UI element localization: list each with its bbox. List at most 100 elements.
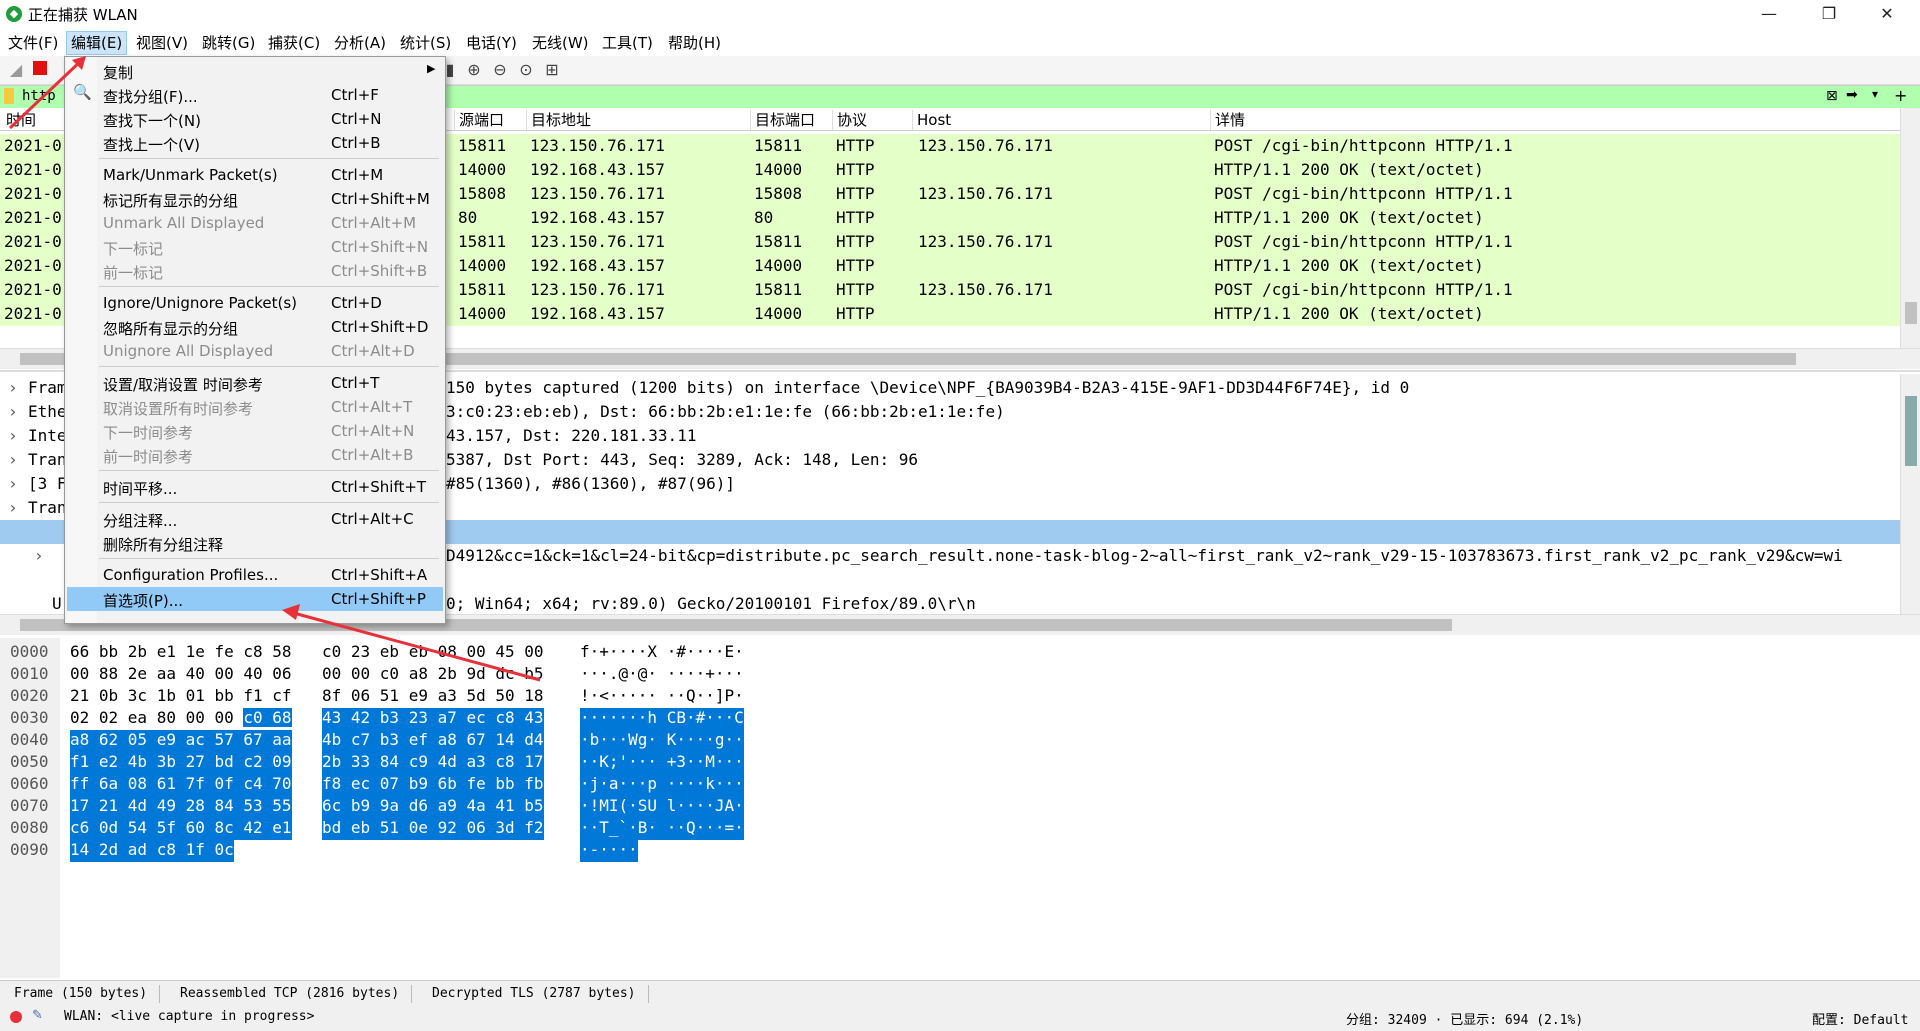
- scroll-thumb[interactable]: [1905, 396, 1917, 466]
- profile-text[interactable]: 配置: Default: [1812, 1009, 1908, 1028]
- hex-group-1[interactable]: a8 62 05 e9 ac 57 67 aa: [70, 730, 292, 752]
- menu-analyze[interactable]: 分析(A): [330, 32, 390, 54]
- bytes-tab-decrypted[interactable]: Decrypted TLS (2787 bytes): [420, 985, 649, 1003]
- hex-group-1[interactable]: 21 0b 3c 1b 01 bb f1 cf: [70, 686, 292, 708]
- menu-item[interactable]: 分组注释... Ctrl+Alt+C: [67, 507, 443, 531]
- menu-capture[interactable]: 捕获(C): [264, 32, 324, 54]
- menu-item[interactable]: 时间平移... Ctrl+Shift+T: [67, 475, 443, 499]
- details-vscrollbar[interactable]: [1900, 374, 1920, 614]
- hex-group-1[interactable]: c6 0d 54 5f 60 8c 42 e1: [70, 818, 292, 840]
- hex-group-2[interactable]: 43 42 b3 23 a7 ec c8 43: [322, 708, 544, 730]
- zoom-in-icon[interactable]: ⊕: [464, 60, 484, 80]
- menu-item[interactable]: 查找下一个(N) Ctrl+N: [67, 107, 443, 131]
- column-src-port[interactable]: 源端口: [454, 110, 504, 130]
- menu-item[interactable]: 首选项(P)... Ctrl+Shift+P: [67, 587, 443, 611]
- hex-group-1[interactable]: f1 e2 4b 3b 27 bd c2 09: [70, 752, 292, 774]
- expand-arrow-icon[interactable]: ›: [34, 546, 44, 565]
- menu-view[interactable]: 视图(V): [132, 32, 192, 54]
- menu-statistics[interactable]: 统计(S): [396, 32, 455, 54]
- ascii-column[interactable]: ···.@·@· ····+···: [580, 664, 744, 686]
- menu-edit[interactable]: 编辑(E): [66, 31, 128, 55]
- menu-item[interactable]: 查找上一个(V) Ctrl+B: [67, 131, 443, 155]
- ascii-column[interactable]: ·!MI(·SU l····JA·: [580, 796, 744, 818]
- menu-wireless[interactable]: 无线(W): [528, 32, 593, 54]
- expand-arrow-icon[interactable]: ›: [8, 498, 18, 517]
- cell-dst-addr: 123.150.76.171: [530, 280, 665, 299]
- menu-item[interactable]: Mark/Unmark Packet(s) Ctrl+M: [67, 163, 443, 187]
- menu-item[interactable]: 删除所有分组注释: [67, 531, 443, 555]
- ascii-column[interactable]: ··K;'··· +3··M···: [580, 752, 744, 774]
- bookmark-icon[interactable]: [4, 88, 14, 104]
- packet-list-vscrollbar[interactable]: [1900, 108, 1920, 348]
- expand-arrow-icon[interactable]: ›: [8, 474, 18, 493]
- hex-group-2[interactable]: 6c b9 9a d6 a9 4a 41 b5: [322, 796, 544, 818]
- ascii-column[interactable]: ··T_`·B· ··Q···=·: [580, 818, 744, 840]
- hex-group-2[interactable]: c0 23 eb eb 08 00 45 00: [322, 642, 544, 664]
- clear-filter-icon[interactable]: ⊠: [1826, 88, 1838, 104]
- cell-dst-port: 15811: [754, 136, 803, 155]
- stop-capture-icon[interactable]: [30, 60, 50, 80]
- zoom-normal-icon[interactable]: ⊙: [516, 60, 536, 80]
- bytes-tab-frame[interactable]: Frame (150 bytes): [2, 985, 161, 1003]
- menu-item[interactable]: 忽略所有显示的分组 Ctrl+Shift+D: [67, 315, 443, 339]
- column-time[interactable]: 时间: [2, 110, 36, 130]
- menu-item-label: 前一时间参考: [103, 448, 194, 466]
- column-dst-addr[interactable]: 目标地址: [526, 110, 591, 130]
- ascii-column[interactable]: !·<····· ··Q··]P·: [580, 686, 744, 708]
- column-host[interactable]: Host: [912, 110, 951, 130]
- hex-group-1[interactable]: 14 2d ad c8 1f 0c: [70, 840, 234, 862]
- menu-item[interactable]: 复制 ▶: [67, 59, 443, 83]
- display-filter-input[interactable]: http: [22, 88, 56, 104]
- column-protocol[interactable]: 协议: [832, 110, 867, 130]
- expand-arrow-icon[interactable]: ›: [8, 378, 18, 397]
- resize-columns-icon[interactable]: ⊞: [542, 60, 562, 80]
- menu-help[interactable]: 帮助(H): [664, 32, 725, 54]
- minimize-button[interactable]: —: [1746, 0, 1792, 28]
- column-info[interactable]: 详情: [1210, 110, 1245, 130]
- ascii-column[interactable]: ·······h CB·#···C: [580, 708, 744, 730]
- column-dst-port[interactable]: 目标端口: [750, 110, 815, 130]
- menu-item[interactable]: 设置/取消设置 时间参考 Ctrl+T: [67, 371, 443, 395]
- hex-group-1[interactable]: 17 21 4d 49 28 84 53 55: [70, 796, 292, 818]
- hex-group-1[interactable]: 66 bb 2b e1 1e fe c8 58: [70, 642, 292, 664]
- hex-group-1[interactable]: 02 02 ea 80 00 00 c0 68: [70, 708, 292, 730]
- apply-filter-icon[interactable]: ➡: [1846, 87, 1858, 103]
- byte-offset: 0030: [10, 708, 49, 727]
- hex-group-2[interactable]: 2b 33 84 c9 4d a3 c8 17: [322, 752, 544, 774]
- zoom-out-icon[interactable]: ⊖: [490, 60, 510, 80]
- hex-group-1[interactable]: 00 88 2e aa 40 00 40 06: [70, 664, 292, 686]
- scroll-thumb[interactable]: [1905, 302, 1917, 324]
- expand-arrow-icon[interactable]: ›: [8, 402, 18, 421]
- menu-item-label: 时间平移...: [103, 480, 178, 498]
- hex-group-1[interactable]: ff 6a 08 61 7f 0f c4 70: [70, 774, 292, 796]
- menu-item[interactable]: Ignore/Unignore Packet(s) Ctrl+D: [67, 291, 443, 315]
- menu-file[interactable]: 文件(F): [4, 32, 62, 54]
- hex-group-2[interactable]: bd eb 51 0e 92 06 3d f2: [322, 818, 544, 840]
- menu-item[interactable]: 查找分组(F)... Ctrl+F: [67, 83, 443, 107]
- expand-arrow-icon[interactable]: ›: [8, 450, 18, 469]
- menu-tools[interactable]: 工具(T): [598, 32, 657, 54]
- ascii-column[interactable]: ·-····: [580, 840, 638, 862]
- add-filter-button-icon[interactable]: +: [1894, 86, 1907, 105]
- menu-item[interactable]: Configuration Profiles... Ctrl+Shift+A: [67, 563, 443, 587]
- edit-comment-icon[interactable]: ✎: [32, 1008, 43, 1023]
- bytes-tab-reassembled[interactable]: Reassembled TCP (2816 bytes): [168, 985, 413, 1003]
- menu-item-label: 查找下一个(N): [103, 112, 201, 130]
- hex-group-2[interactable]: 00 00 c0 a8 2b 9d dc b5: [322, 664, 544, 686]
- start-capture-icon[interactable]: ◢: [6, 60, 26, 80]
- filter-history-icon[interactable]: ▾: [1872, 87, 1878, 101]
- ascii-column[interactable]: f·+····X ·#····E·: [580, 642, 744, 664]
- expand-arrow-icon[interactable]: ›: [8, 426, 18, 445]
- hex-group-2[interactable]: 4b c7 b3 ef a8 67 14 d4: [322, 730, 544, 752]
- maximize-button[interactable]: ❐: [1806, 0, 1852, 28]
- menu-item[interactable]: 标记所有显示的分组 Ctrl+Shift+M: [67, 187, 443, 211]
- close-button[interactable]: ✕: [1864, 0, 1910, 28]
- detail-text: 43.157, Dst: 220.181.33.11: [446, 426, 697, 445]
- menu-telephony[interactable]: 电话(Y): [462, 32, 521, 54]
- hex-group-2[interactable]: 8f 06 51 e9 a3 5d 50 18: [322, 686, 544, 708]
- ascii-column[interactable]: ·b···Wg· K····g··: [580, 730, 744, 752]
- menu-go[interactable]: 跳转(G): [198, 32, 259, 54]
- menu-item-shortcut: Ctrl+Shift+P: [331, 590, 426, 608]
- ascii-column[interactable]: ·j·a···p ····k···: [580, 774, 744, 796]
- hex-group-2[interactable]: f8 ec 07 b9 6b fe bb fb: [322, 774, 544, 796]
